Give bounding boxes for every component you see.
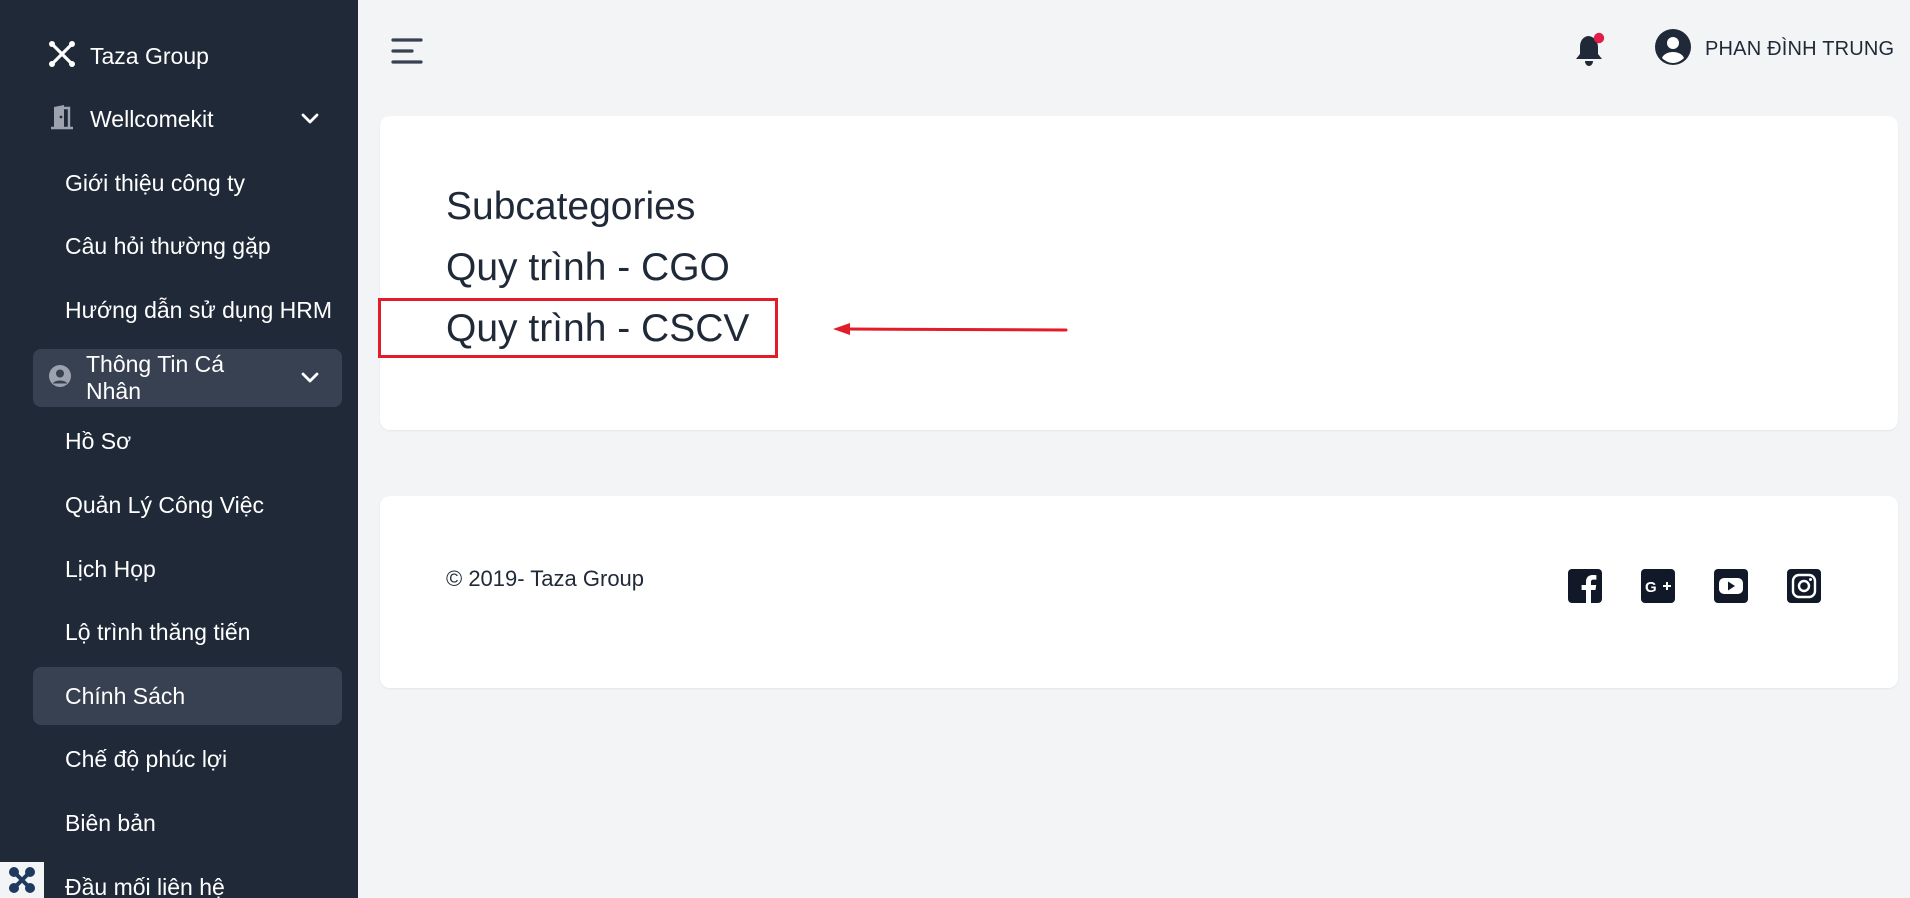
svg-text:G: G <box>1645 579 1657 596</box>
user-menu[interactable]: PHAN ĐÌNH TRUNG <box>1655 28 1895 70</box>
google-plus-icon[interactable]: G <box>1640 568 1676 604</box>
sidebar-group-wellcomekit[interactable]: Wellcomekit <box>33 90 342 148</box>
brand[interactable]: Taza Group <box>48 38 209 74</box>
sidebar-item-policy[interactable]: Chính Sách <box>33 667 342 725</box>
sidebar-item-company-intro[interactable]: Giới thiệu công ty <box>33 154 342 212</box>
sidebar-item-task-management[interactable]: Quản Lý Công Việc <box>33 476 342 534</box>
sidebar-item-faq[interactable]: Câu hỏi thường gặp <box>33 217 342 275</box>
avatar <box>1655 28 1691 70</box>
menu-toggle-icon[interactable] <box>390 36 424 66</box>
sidebar-group-label: Thông Tin Cá Nhân <box>86 351 225 404</box>
annotation-arrow-icon <box>833 323 1068 335</box>
sidebar-item-career-path[interactable]: Lộ trình thăng tiến <box>33 603 342 661</box>
notification-bell-icon[interactable] <box>1573 32 1607 68</box>
chevron-down-icon <box>298 366 322 390</box>
facebook-icon[interactable] <box>1567 568 1603 604</box>
sidebar-item-profile[interactable]: Hồ Sơ <box>33 412 342 470</box>
footer: © 2019- Taza Group G <box>380 496 1898 688</box>
joomla-logo-icon <box>0 862 44 898</box>
sidebar-item-hrm-guide[interactable]: Hướng dẫn sử dụng HRM <box>33 281 342 339</box>
sidebar: Taza Group Wellcomekit Giới thiệu công t… <box>0 0 358 898</box>
door-icon <box>48 103 76 136</box>
page-title: Subcategories <box>446 185 696 228</box>
taza-logo-icon <box>48 40 76 73</box>
annotation-highlight-box <box>378 298 778 358</box>
sidebar-group-label: Wellcomekit <box>90 105 214 132</box>
sidebar-item-contacts[interactable]: Đầu mối liên hệ <box>33 858 342 898</box>
user-name: PHAN ĐÌNH TRUNG <box>1705 37 1895 60</box>
brand-name: Taza Group <box>90 42 209 69</box>
instagram-icon[interactable] <box>1786 568 1822 604</box>
user-circle-icon <box>48 364 72 393</box>
sidebar-item-minutes[interactable]: Biên bản <box>33 794 342 852</box>
sidebar-item-meeting-schedule[interactable]: Lịch Họp <box>33 540 342 598</box>
subcategories-card: Subcategories Quy trình - CGO Quy trình … <box>378 116 1898 430</box>
sidebar-group-personal-info[interactable]: Thông Tin Cá Nhân <box>33 349 342 407</box>
youtube-icon[interactable] <box>1713 568 1749 604</box>
chevron-down-icon <box>298 107 322 131</box>
copyright-text: © 2019- Taza Group <box>446 566 645 591</box>
subcategory-link-cgo[interactable]: Quy trình - CGO <box>446 243 730 293</box>
sidebar-item-benefits[interactable]: Chế độ phúc lợi <box>33 730 342 788</box>
